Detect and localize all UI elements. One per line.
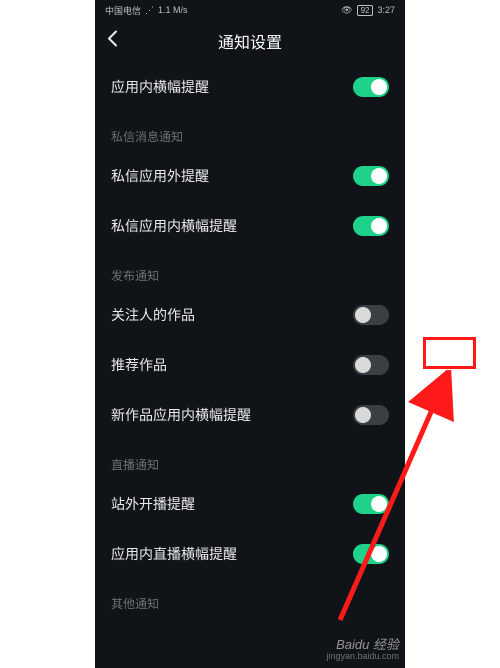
row-live-external: 站外开播提醒 (111, 479, 389, 529)
row-live-banner: 应用内直播横幅提醒 (111, 529, 389, 579)
toggle-live-external[interactable] (353, 494, 389, 514)
section-other: 其他通知 (111, 579, 389, 618)
chevron-left-icon (107, 30, 118, 48)
wifi-speed: 1.1 M/s (158, 5, 188, 15)
section-live: 直播通知 (111, 440, 389, 479)
toggle-dm-external[interactable] (353, 166, 389, 186)
row-label: 推荐作品 (111, 355, 167, 375)
toggle-new-works-banner[interactable] (353, 405, 389, 425)
row-new-works-banner: 新作品应用内横幅提醒 (111, 390, 389, 440)
carrier-label: 中国电信 (105, 4, 141, 17)
row-label: 新作品应用内横幅提醒 (111, 405, 251, 425)
toggle-recommend-works[interactable] (353, 355, 389, 375)
page-title: 通知设置 (218, 29, 282, 53)
clock: 3:27 (377, 5, 395, 15)
watermark-sub: jingyan.baidu.com (326, 652, 399, 662)
battery-indicator: 92 (357, 5, 374, 16)
toggle-dm-banner[interactable] (353, 216, 389, 236)
phone-screen: 中国电信 ⋰ 1.1 M/s 👁 92 3:27 通知设置 应用内横幅提醒 私信… (95, 0, 405, 668)
settings-list: 应用内横幅提醒 私信消息通知 私信应用外提醒 私信应用内横幅提醒 发布通知 关注… (95, 62, 405, 618)
section-publish: 发布通知 (111, 251, 389, 290)
watermark: Baidu 经验 jingyan.baidu.com (326, 638, 399, 662)
toggle-in-app-banner[interactable] (353, 77, 389, 97)
row-label: 私信应用外提醒 (111, 166, 209, 186)
toggle-live-banner[interactable] (353, 544, 389, 564)
row-follow-works: 关注人的作品 (111, 290, 389, 340)
row-dm-banner: 私信应用内横幅提醒 (111, 201, 389, 251)
row-dm-external: 私信应用外提醒 (111, 151, 389, 201)
section-dm: 私信消息通知 (111, 112, 389, 151)
row-label: 站外开播提醒 (111, 494, 195, 514)
wifi-icon: ⋰ (145, 5, 154, 16)
back-button[interactable] (107, 30, 118, 53)
status-bar: 中国电信 ⋰ 1.1 M/s 👁 92 3:27 (95, 0, 405, 20)
row-label: 关注人的作品 (111, 305, 195, 325)
row-recommend-works: 推荐作品 (111, 340, 389, 390)
page-header: 通知设置 (95, 20, 405, 62)
row-label: 私信应用内横幅提醒 (111, 216, 237, 236)
row-label: 应用内直播横幅提醒 (111, 544, 237, 564)
watermark-main: Baidu 经验 (326, 638, 399, 652)
toggle-follow-works[interactable] (353, 305, 389, 325)
annotation-highlight (423, 337, 476, 369)
row-label: 应用内横幅提醒 (111, 77, 209, 97)
eye-icon: 👁 (341, 5, 352, 16)
row-in-app-banner: 应用内横幅提醒 (111, 62, 389, 112)
